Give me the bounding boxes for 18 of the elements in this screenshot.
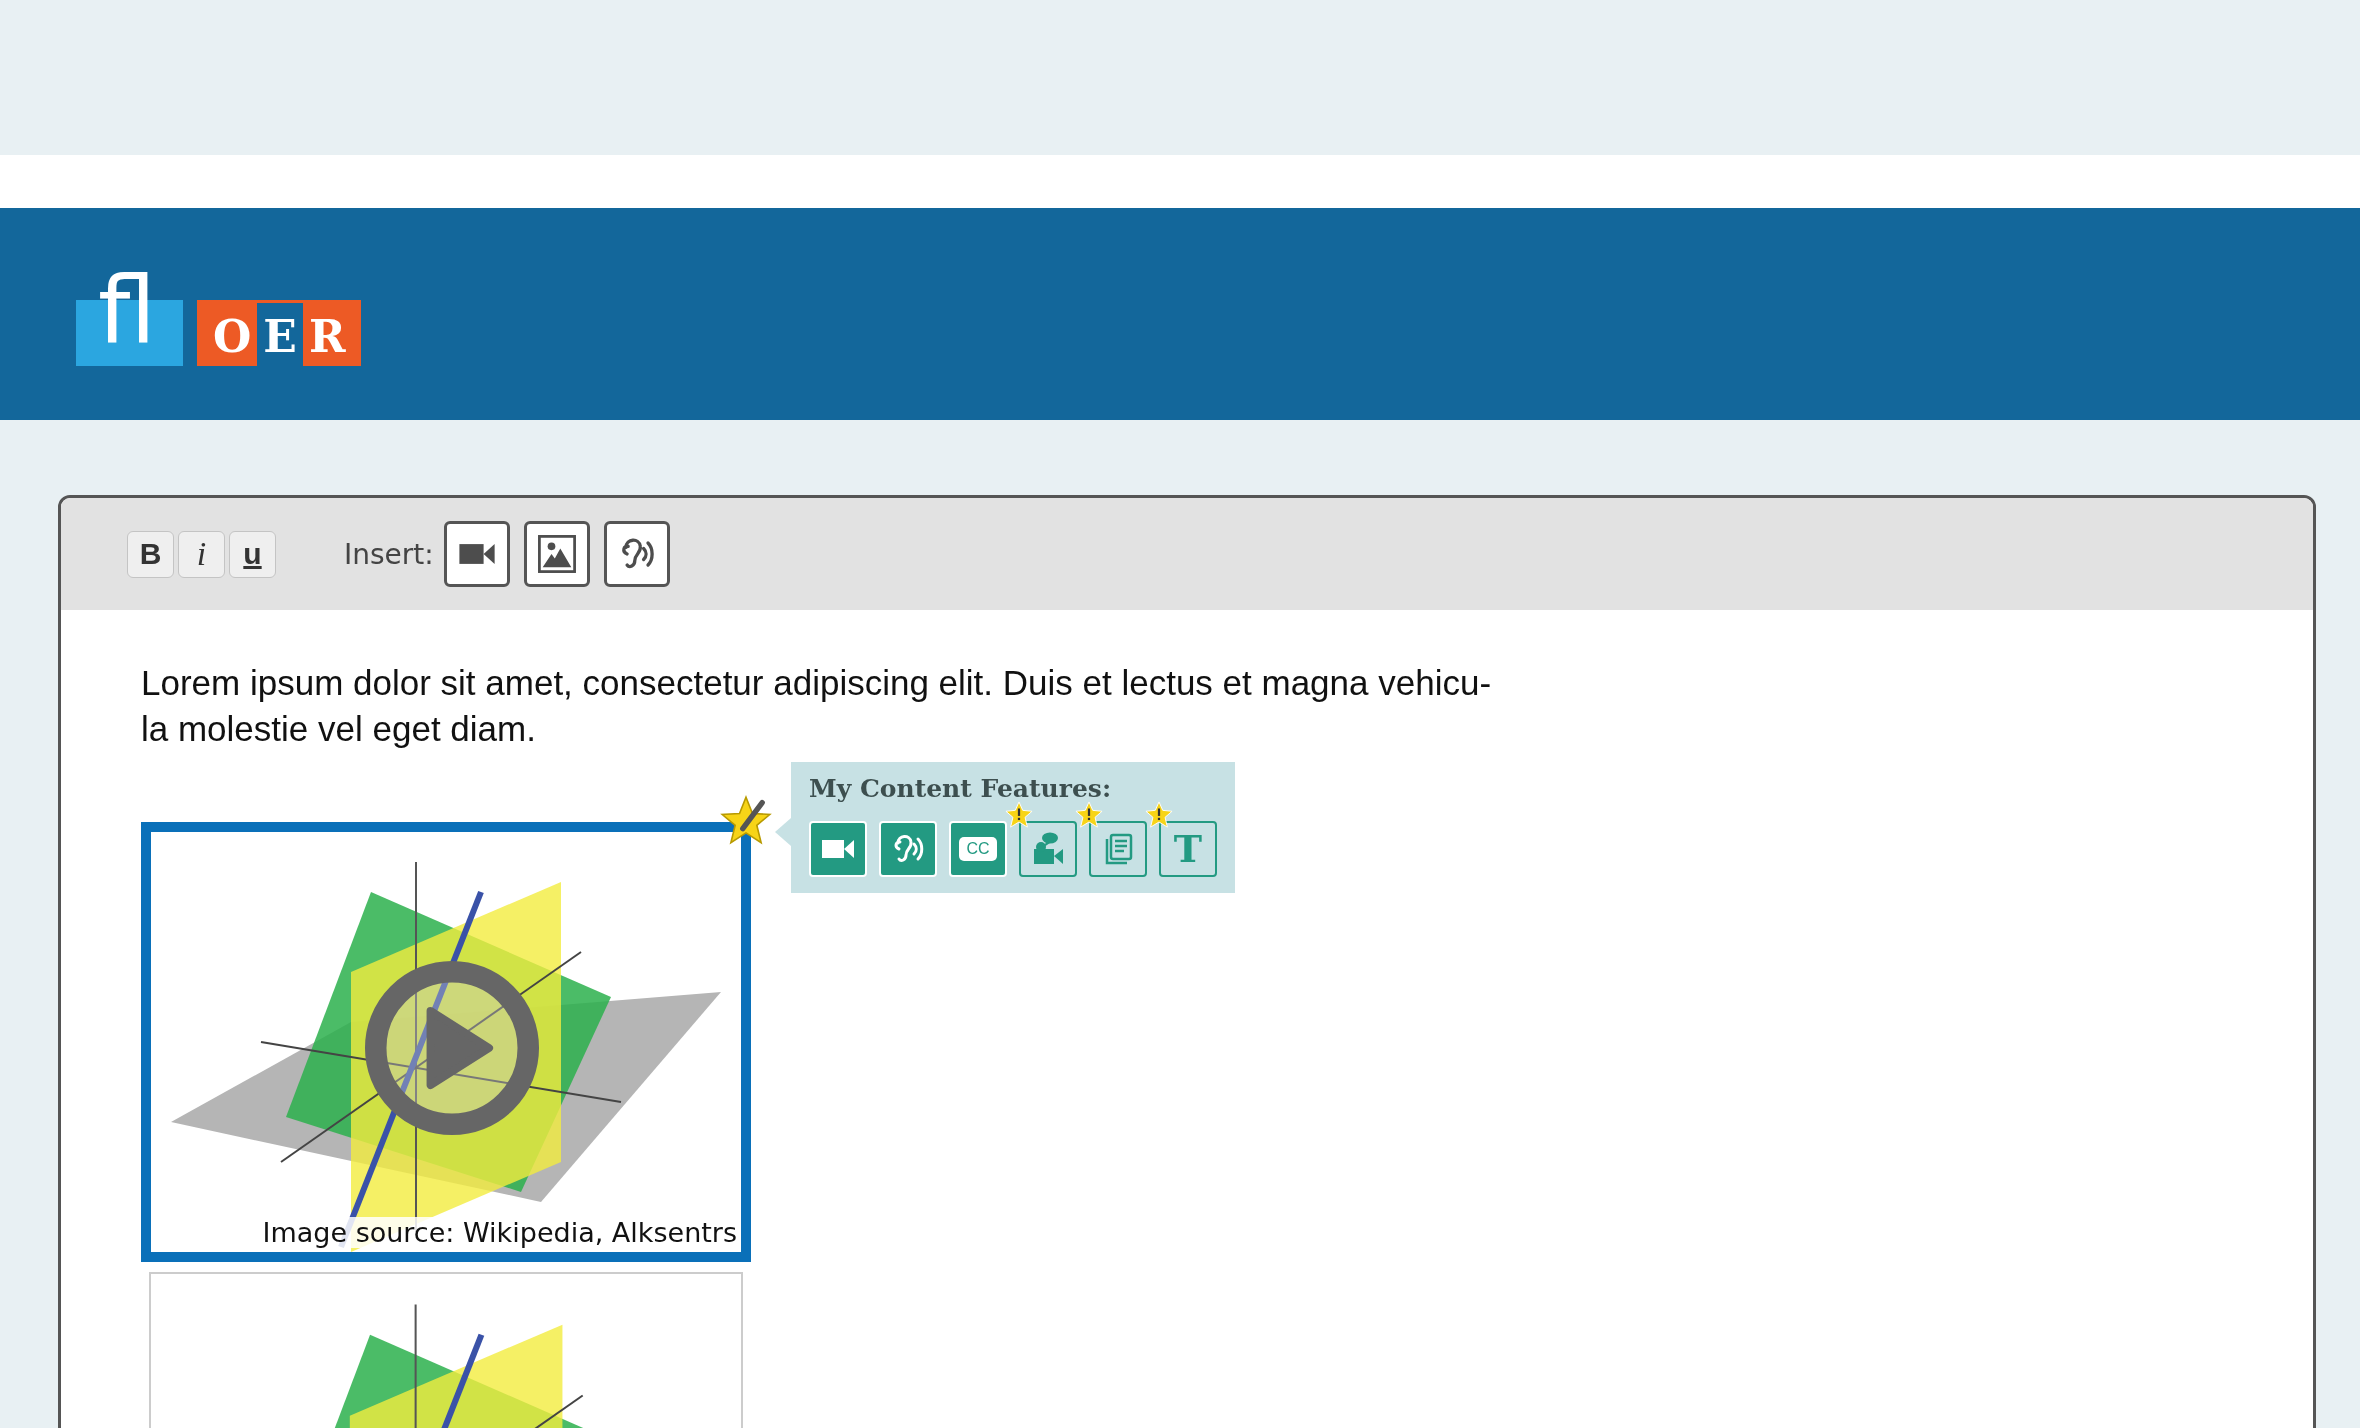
insert-video-button[interactable] bbox=[443, 521, 510, 587]
image-caption: Image source: Wikipedia, Alksentrs bbox=[262, 1217, 737, 1248]
italic-button[interactable]: i bbox=[178, 530, 225, 578]
features-title: My Content Features: bbox=[809, 774, 1113, 803]
captions-feature-button[interactable]: CC bbox=[949, 821, 1007, 877]
transcript-feature-button[interactable] bbox=[1089, 821, 1147, 877]
insert-label: Insert: bbox=[344, 537, 434, 571]
underline-button[interactable]: u bbox=[229, 530, 276, 578]
sign-feature-button[interactable] bbox=[1019, 821, 1077, 877]
audio-feature-button[interactable] bbox=[879, 821, 937, 877]
insert-image-button[interactable] bbox=[523, 521, 590, 587]
bold-button[interactable]: B bbox=[127, 530, 174, 578]
video-card[interactable]: Image source: Wikipedia, Alksentrs bbox=[141, 822, 751, 1262]
logo-badge: O E R bbox=[197, 300, 362, 366]
play-icon[interactable] bbox=[364, 960, 540, 1136]
body-paragraph: Lorem ipsum dolor sit amet, consectetur adipiscing elit. Duis et lectus et magna vehicu- la molestie vel eget diam. bbox=[141, 662, 1493, 750]
video-feature-button[interactable] bbox=[809, 821, 867, 877]
insert-audio-button[interactable] bbox=[603, 521, 670, 587]
